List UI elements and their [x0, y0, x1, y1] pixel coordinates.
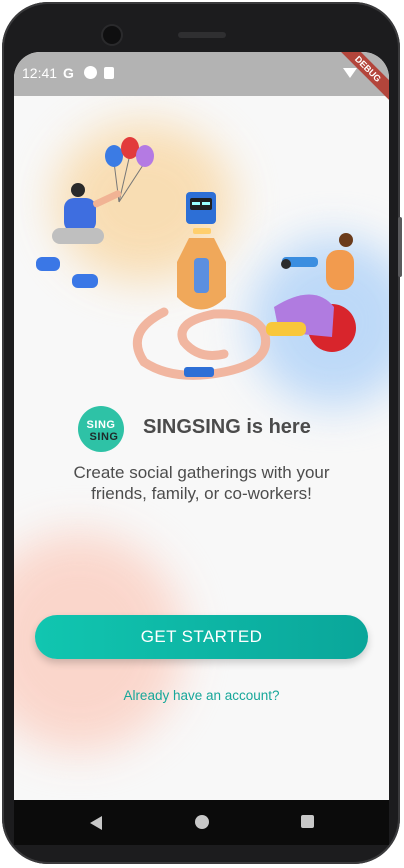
- status-time: 12:41: [22, 65, 58, 81]
- floating-person-icon: [36, 183, 122, 288]
- front-camera: [103, 26, 121, 44]
- onboarding-illustration: [36, 137, 356, 380]
- balloons-icon: [105, 137, 154, 203]
- earpiece: [178, 32, 226, 38]
- sd-card-icon: [104, 67, 114, 79]
- debug-ribbon: DEBUG: [331, 52, 389, 106]
- status-bar: 12:41 G DEBUG: [14, 52, 389, 106]
- logo-text-bottom: SING: [89, 431, 119, 443]
- wifi-icon: [343, 68, 357, 78]
- page-title: SINGSING is here: [143, 416, 311, 438]
- login-link[interactable]: Already have an account?: [14, 688, 389, 703]
- recents-icon[interactable]: [301, 815, 314, 828]
- robot-icon: [177, 192, 226, 310]
- app-logo: SING SING: [78, 406, 124, 452]
- app-screen: 12:41 G DEBUG SING SING SINGSING is here…: [14, 52, 389, 800]
- onboarding-subtitle: Create social gatherings with your frien…: [73, 463, 330, 503]
- rope-icon: [132, 307, 270, 380]
- side-button: [398, 217, 402, 277]
- sitting-person-icon: [266, 233, 356, 352]
- back-icon[interactable]: [90, 816, 102, 830]
- logo-text-top: SING: [86, 419, 116, 431]
- google-icon: G: [63, 65, 74, 81]
- notification-icon: [84, 66, 97, 79]
- home-icon[interactable]: [195, 815, 209, 829]
- get-started-button[interactable]: GET STARTED: [35, 615, 368, 659]
- system-nav-bar: [14, 800, 389, 845]
